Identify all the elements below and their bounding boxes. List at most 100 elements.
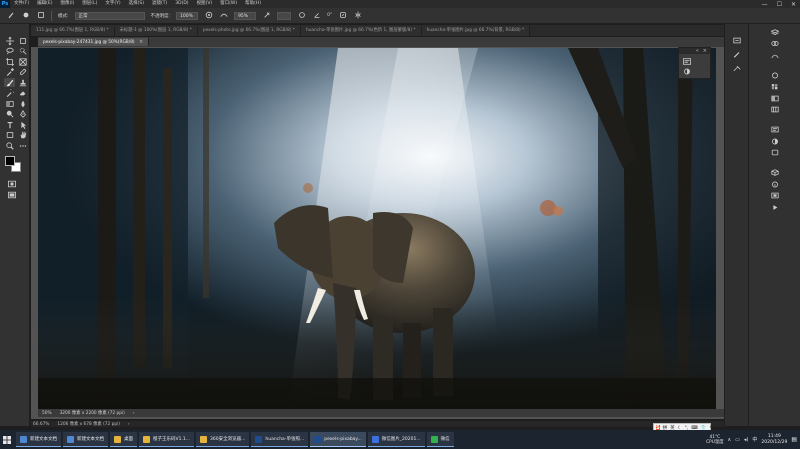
quick-select-tool-icon[interactable]: [17, 47, 28, 56]
adjustments-panel-icon[interactable]: [770, 137, 780, 145]
blur-tool-icon[interactable]: [17, 99, 28, 108]
pressure-opacity-icon[interactable]: [204, 11, 213, 20]
taskbar-item[interactable]: pexels-pixabay...: [310, 432, 366, 447]
flow-input[interactable]: 95%: [234, 11, 257, 20]
type-tool-icon[interactable]: [4, 120, 15, 129]
minimize-button[interactable]: —: [762, 1, 768, 8]
swatches-panel-icon[interactable]: [770, 83, 780, 91]
brush-preset-picker-icon[interactable]: [21, 11, 30, 20]
taskbar-item[interactable]: 新建文本文档: [63, 432, 108, 447]
more-tools-icon[interactable]: [17, 141, 28, 150]
opacity-input[interactable]: 100%: [176, 11, 199, 20]
tray-chevron-icon[interactable]: ∧: [728, 437, 732, 443]
flow-icon[interactable]: [219, 11, 228, 20]
crop-tool-icon[interactable]: [4, 57, 15, 66]
menu-item-4[interactable]: 文字(Y): [101, 0, 124, 8]
menu-item-1[interactable]: 编辑(E): [33, 0, 56, 8]
layers-panel-icon[interactable]: [770, 28, 780, 36]
navigator-panel-icon[interactable]: [770, 192, 780, 200]
dodge-tool-icon[interactable]: [4, 110, 15, 119]
brush-tool-active-icon[interactable]: [4, 78, 15, 87]
symmetry-icon[interactable]: [353, 11, 362, 20]
angle-value[interactable]: 0°: [327, 13, 332, 18]
menu-item-0[interactable]: 文件(F): [10, 0, 33, 8]
healing-brush-tool-icon[interactable]: [17, 68, 28, 77]
info-panel-icon[interactable]: [770, 180, 780, 188]
history-panel-icon[interactable]: [732, 36, 742, 44]
paths-panel-icon[interactable]: [770, 51, 780, 59]
zoom-tool-icon[interactable]: [4, 141, 15, 150]
document-canvas[interactable]: [38, 48, 716, 409]
brush-panel-icon[interactable]: [732, 50, 742, 58]
taskbar-item[interactable]: 360安全浏览器...: [196, 432, 250, 447]
gradient-tool-icon[interactable]: [4, 99, 15, 108]
ime-mode-icon[interactable]: 中: [752, 436, 757, 443]
document-tab[interactable]: pexels-photo.jpg @ 66.7%(图层 1, RGB/8) *: [197, 26, 301, 36]
adjustments-icon[interactable]: [683, 68, 691, 75]
brush-angle-icon[interactable]: [312, 11, 321, 20]
airbrush-icon[interactable]: [262, 11, 271, 20]
path-selection-tool-icon[interactable]: [17, 120, 28, 129]
menu-item-10[interactable]: 帮助(H): [241, 0, 265, 8]
app-zoom[interactable]: 66.67%: [33, 422, 49, 427]
taskbar-item[interactable]: 桌面: [110, 432, 137, 447]
document-tab[interactable]: huancha-单张图片.jpg @ 66.7%(色阶 1, 图层蒙版/8) *: [300, 26, 422, 36]
taskbar-item[interactable]: 橙子王乐码V1.1...: [139, 432, 195, 447]
pressure-size-icon[interactable]: [338, 11, 347, 20]
start-button[interactable]: [0, 430, 14, 449]
maximize-button[interactable]: ☐: [777, 1, 782, 8]
quick-mask-icon[interactable]: [7, 180, 17, 187]
libraries-panel-icon[interactable]: [770, 149, 780, 157]
elephant-forest-photo[interactable]: [38, 48, 716, 409]
color-panel-icon[interactable]: [770, 71, 780, 79]
canvas-area[interactable]: « ×: [31, 47, 724, 419]
actions-panel-icon[interactable]: [770, 203, 780, 211]
network-icon[interactable]: ▭: [735, 437, 740, 443]
gradients-panel-icon[interactable]: [770, 94, 780, 102]
close-tab-icon[interactable]: ×: [139, 39, 143, 45]
taskbar-item[interactable]: 微信: [426, 432, 454, 447]
collapse-icon[interactable]: «: [696, 48, 699, 54]
clock[interactable]: 11:49 2020/12/29: [761, 434, 787, 446]
lasso-tool-icon[interactable]: [4, 47, 15, 56]
status-arrow-icon[interactable]: ›: [133, 411, 135, 416]
artboard-tool-icon[interactable]: [17, 36, 28, 45]
clone-stamp-tool-icon[interactable]: [17, 78, 28, 87]
history-brush-tool-icon[interactable]: [4, 89, 15, 98]
status-arrow-icon[interactable]: ›: [128, 422, 130, 427]
brush-tool-icon[interactable]: [6, 11, 15, 20]
document-tab[interactable]: 未标题-1 @ 100%(图层 1, RGB/8) *: [114, 26, 198, 36]
smoothing-input[interactable]: [277, 11, 292, 20]
eyedropper-tool-icon[interactable]: [4, 68, 15, 77]
menu-item-7[interactable]: 3D(D): [171, 0, 192, 8]
volume-icon[interactable]: ◂): [744, 437, 748, 443]
eraser-tool-icon[interactable]: [17, 89, 28, 98]
screen-mode-icon[interactable]: [7, 191, 17, 198]
properties-icon[interactable]: [683, 58, 691, 65]
blend-mode-select[interactable]: 正常: [74, 11, 145, 20]
menu-item-3[interactable]: 图层(L): [78, 0, 101, 8]
brush-settings-panel-icon[interactable]: [732, 64, 742, 72]
frame-tool-icon[interactable]: [17, 57, 28, 66]
menu-item-2[interactable]: 图像(I): [56, 0, 78, 8]
document-tab[interactable]: 111.jpg @ 66.7%(图层 1, RGB/8) *: [31, 26, 115, 36]
properties-panel-icon[interactable]: [770, 126, 780, 134]
brush-settings-icon[interactable]: [36, 11, 45, 20]
taskbar-item[interactable]: 微信图片_20201...: [367, 432, 425, 447]
move-tool-icon[interactable]: [4, 36, 15, 45]
menu-item-9[interactable]: 窗口(W): [216, 0, 241, 8]
notification-icon[interactable]: ▤: [791, 436, 797, 443]
channels-panel-icon[interactable]: [770, 40, 780, 48]
document-zoom[interactable]: 50%: [42, 411, 52, 416]
taskbar-item[interactable]: 新建文本文档: [16, 432, 61, 447]
taskbar-item[interactable]: huancha-单张照...: [251, 432, 309, 447]
menu-item-8[interactable]: 视图(V): [193, 0, 217, 8]
pen-tool-icon[interactable]: [17, 110, 28, 119]
close-window-button[interactable]: ✕: [791, 1, 796, 8]
menu-item-6[interactable]: 滤镜(T): [148, 0, 171, 8]
foreground-color-swatch[interactable]: [5, 156, 15, 166]
hand-tool-icon[interactable]: [17, 131, 28, 140]
active-document-tab[interactable]: pexels-pixabay-247431.jpg @ 50%(RGB/8) ×: [38, 38, 150, 46]
smoothing-options-icon[interactable]: [297, 11, 306, 20]
patterns-panel-icon[interactable]: [770, 106, 780, 114]
